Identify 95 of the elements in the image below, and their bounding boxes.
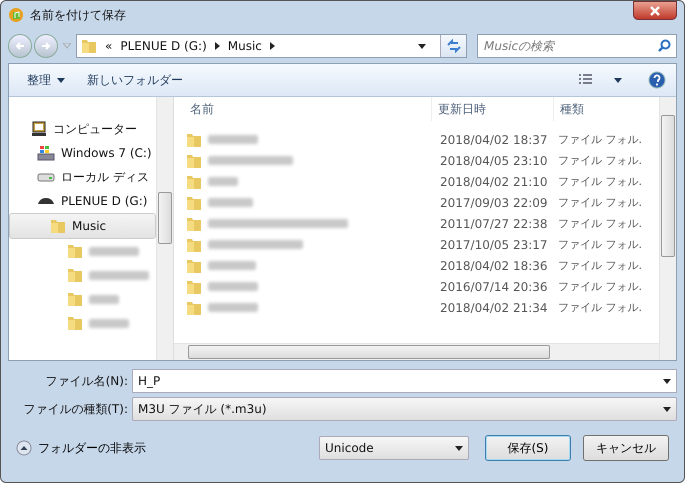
date-cell-text: 2017/09/03 22:09 (439, 196, 549, 210)
date-cell-text: 2018/04/02 21:34 (439, 300, 549, 314)
folder-icon (186, 132, 202, 148)
type-cell-text: ファイル フォル. (557, 258, 643, 273)
folder-icon (67, 291, 83, 307)
sidebar-item[interactable]: ローカル ディス (9, 165, 156, 189)
help-icon (648, 71, 666, 89)
organize-menu-button[interactable]: 整理 (19, 68, 73, 92)
date-cell-text: 2018/04/05 23:10 (439, 154, 549, 168)
file-name-field[interactable]: H_P (132, 369, 677, 393)
folder-icon (186, 300, 202, 316)
breadcrumb[interactable]: « (105, 39, 112, 53)
sidebar-scrollbar[interactable] (156, 97, 173, 360)
folder-icon (67, 243, 83, 259)
list-scrollbar[interactable] (659, 97, 676, 360)
caret-icon (614, 78, 622, 82)
sidebar-item[interactable]: Music (9, 213, 156, 239)
folder-icon (186, 216, 202, 232)
folder-icon (81, 38, 97, 54)
folder-icon (186, 278, 202, 294)
date-cell-text: 2017/10/05 23:17 (439, 238, 549, 252)
music-app-icon (8, 7, 24, 23)
refresh-icon (446, 39, 462, 53)
file-type-label: ファイルの種類(T): (22, 400, 128, 418)
refresh-button[interactable] (440, 35, 466, 57)
new-folder-button[interactable]: 新しいフォルダー (79, 68, 191, 92)
type-cell-text: ファイル フォル. (557, 132, 643, 147)
column-header[interactable]: 名前 (174, 97, 432, 121)
removable-drive-icon (37, 197, 55, 205)
close-button[interactable] (633, 1, 677, 20)
sidebar-item[interactable]: コンピューター (9, 117, 156, 141)
date-cell-text: 2018/04/02 18:37 (439, 132, 549, 146)
blurred-folder-name (89, 270, 149, 280)
type-cell-text: ファイル フォル. (557, 153, 643, 168)
date-cell-text: 2018/04/02 21:10 (439, 174, 549, 188)
computer-icon (31, 121, 47, 137)
search-field[interactable]: Musicの検索 (477, 34, 677, 58)
type-cell-text: ファイル フォル. (557, 216, 643, 231)
back-arrow-icon (15, 41, 25, 51)
caret-icon (455, 446, 463, 450)
cancel-button[interactable]: キャンセル (583, 435, 669, 461)
folder-icon (186, 258, 202, 274)
type-cell-text: ファイル フォル. (557, 195, 643, 210)
search-icon (658, 39, 671, 52)
type-cell-text: ファイル フォル. (557, 237, 643, 252)
address-bar[interactable]: « PLENUE D (G:) Music (76, 34, 467, 58)
breadcrumb-arrow-icon[interactable] (214, 42, 220, 50)
blurred-folder-name (89, 294, 119, 304)
breadcrumb-arrow-icon[interactable] (270, 42, 275, 50)
list-view-icon (578, 74, 594, 86)
breadcrumb[interactable]: Music (228, 39, 262, 53)
blurred-folder-name (208, 303, 258, 312)
encoding-dropdown[interactable]: Unicode (319, 436, 469, 460)
date-cell-text: 2011/07/27 22:38 (439, 216, 549, 230)
caret-icon (663, 406, 671, 412)
forward-button[interactable] (34, 34, 58, 58)
type-cell-text: ファイル フォル. (557, 174, 643, 189)
blurred-folder-name (89, 246, 139, 256)
breadcrumb[interactable]: PLENUE D (G:) (120, 39, 207, 53)
column-header[interactable]: 更新日時 (432, 97, 554, 121)
forward-arrow-icon (41, 41, 51, 51)
window-title: 名前を付けて保存 (30, 6, 126, 24)
caret-icon (663, 378, 671, 384)
column-header[interactable]: 種類 (554, 97, 659, 121)
folder-icon (186, 152, 202, 168)
drive-icon (37, 172, 55, 182)
sidebar-item[interactable]: PLENUE D (G:) (9, 189, 156, 213)
blurred-folder-name (208, 177, 238, 186)
hide-folders-button[interactable]: フォルダーの非表示 (16, 440, 146, 456)
sidebar-item[interactable]: Windows 7 (C:) (9, 141, 156, 165)
close-icon (650, 6, 660, 16)
blurred-folder-name (208, 282, 258, 291)
file-name-label: ファイル名(N): (44, 372, 128, 390)
help-button[interactable] (648, 71, 666, 89)
folder-icon (186, 236, 202, 252)
folder-icon (67, 267, 83, 283)
blurred-folder-name (208, 261, 256, 270)
blurred-folder-name (89, 318, 129, 328)
folder-icon (186, 174, 202, 190)
date-cell-text: 2016/07/14 20:36 (439, 280, 549, 294)
type-cell-text: ファイル フォル. (557, 279, 643, 294)
dropdown-caret-icon[interactable] (418, 44, 426, 48)
date-cell-text: 2018/04/02 18:36 (439, 258, 549, 272)
blurred-folder-name (208, 198, 253, 207)
file-type-dropdown[interactable]: M3U ファイル (*.m3u) (132, 397, 677, 421)
type-cell-text: ファイル フォル. (557, 300, 643, 315)
back-button[interactable] (8, 34, 32, 58)
folder-icon (186, 194, 202, 210)
horizontal-scrollbar[interactable] (174, 343, 659, 360)
windows-drive-icon (37, 145, 55, 161)
folder-icon (67, 315, 83, 331)
blurred-folder-name (208, 135, 258, 144)
save-button[interactable]: 保存(S) (485, 435, 571, 461)
caret-icon (57, 78, 65, 82)
folder-icon (50, 218, 66, 234)
